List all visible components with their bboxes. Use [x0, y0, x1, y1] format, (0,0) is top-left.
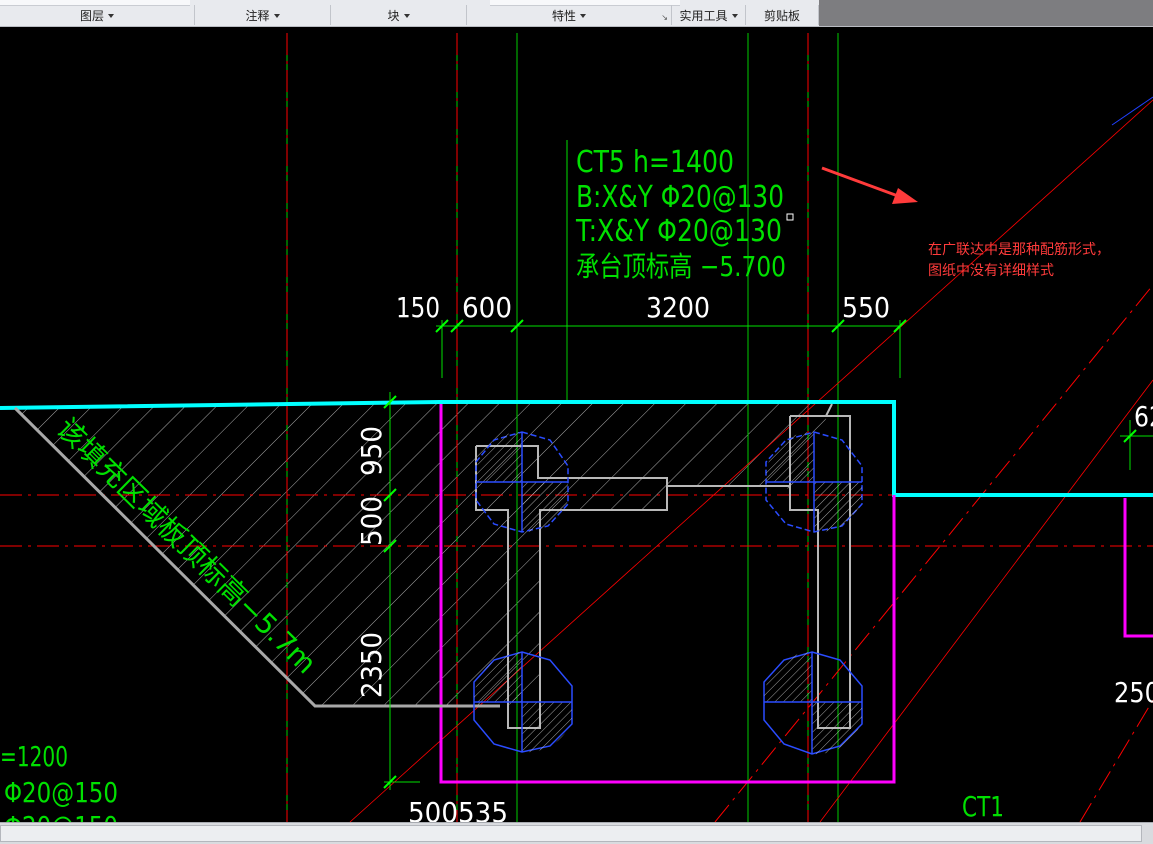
panel-annotate-label: 注释 [245, 8, 270, 23]
left-text-line2: Φ20@150 [4, 776, 118, 809]
dimension-text-62: 62 [1134, 400, 1153, 433]
panel-utilities[interactable]: 实用工具 [672, 5, 746, 25]
dimension-text-600: 600 [462, 291, 512, 324]
chevron-down-icon [580, 13, 586, 18]
dimension-text-2350: 2350 [355, 632, 388, 698]
panel-properties-label: 特性 [551, 8, 576, 23]
chevron-down-icon [273, 13, 280, 18]
panel-block-label: 块 [387, 8, 400, 23]
pile-top-left [475, 431, 569, 533]
dimension-text-150: 150 [396, 291, 440, 324]
dialog-launcher-icon[interactable]: ↘ [661, 13, 668, 22]
pile-cap-text-line3: T:X&Y Φ20@130 [575, 214, 782, 249]
blue-diagonal-line [1111, 96, 1153, 126]
dimension-text-950: 950 [355, 426, 388, 476]
panel-clipboard[interactable]: 剪贴板 [746, 5, 819, 25]
dimension-text-500535: 500535 [408, 796, 508, 822]
panel-layers[interactable]: 图层 [0, 5, 195, 25]
dimension-text-3200: 3200 [646, 291, 710, 324]
marker-square [786, 213, 794, 221]
magenta-pile-cap-outline-right [1123, 498, 1153, 638]
horizontal-scrollbar[interactable] [0, 825, 1142, 842]
annotation-line1: 在广联达中是那种配筋形式， [928, 242, 1110, 258]
annotation-arrow [821, 166, 918, 204]
dimension-text-250: 250 [1114, 676, 1153, 709]
pile-top-right [765, 431, 863, 533]
ribbon-empty-area [819, 0, 1153, 26]
panel-utilities-label: 实用工具 [679, 8, 728, 23]
drawing-canvas[interactable]: CT5 h=1400 B:X&Y Φ20@130 T:X&Y Φ20@130 承… [0, 26, 1153, 822]
panel-properties[interactable]: 特性 ↘ [467, 5, 672, 25]
dimension-text-550: 550 [842, 291, 890, 324]
left-text-line1: =1200 [0, 740, 68, 773]
pile-cap-text-line1: CT5 h=1400 [576, 145, 734, 180]
panel-layers-label: 图层 [79, 8, 104, 23]
annotation-note: 在广联达中是那种配筋形式， 图纸中没有详细样式 [928, 240, 1110, 282]
chevron-down-icon [108, 13, 114, 18]
annotation-line2: 图纸中没有详细样式 [928, 263, 1054, 279]
dimension-text-500: 500 [355, 496, 388, 546]
panel-clipboard-label: 剪贴板 [763, 8, 800, 23]
chevron-down-icon [403, 13, 410, 18]
pile-bottom-right [763, 651, 863, 755]
left-text-line3: Φ20@150 [4, 810, 118, 822]
panel-annotate[interactable]: 注释 [195, 5, 331, 25]
pile-cap-text-line4: 承台顶标高 −5.700 [576, 250, 786, 283]
chevron-down-icon [731, 13, 738, 18]
ribbon: 图层 注释 块 特性 ↘ 实用工具 剪贴板 [0, 0, 1153, 27]
pile-cap-text-line2: B:X&Y Φ20@130 [576, 180, 784, 215]
status-bar [0, 822, 1153, 844]
panel-block[interactable]: 块 [331, 5, 467, 25]
ct1-label: CT1 [962, 790, 1004, 822]
